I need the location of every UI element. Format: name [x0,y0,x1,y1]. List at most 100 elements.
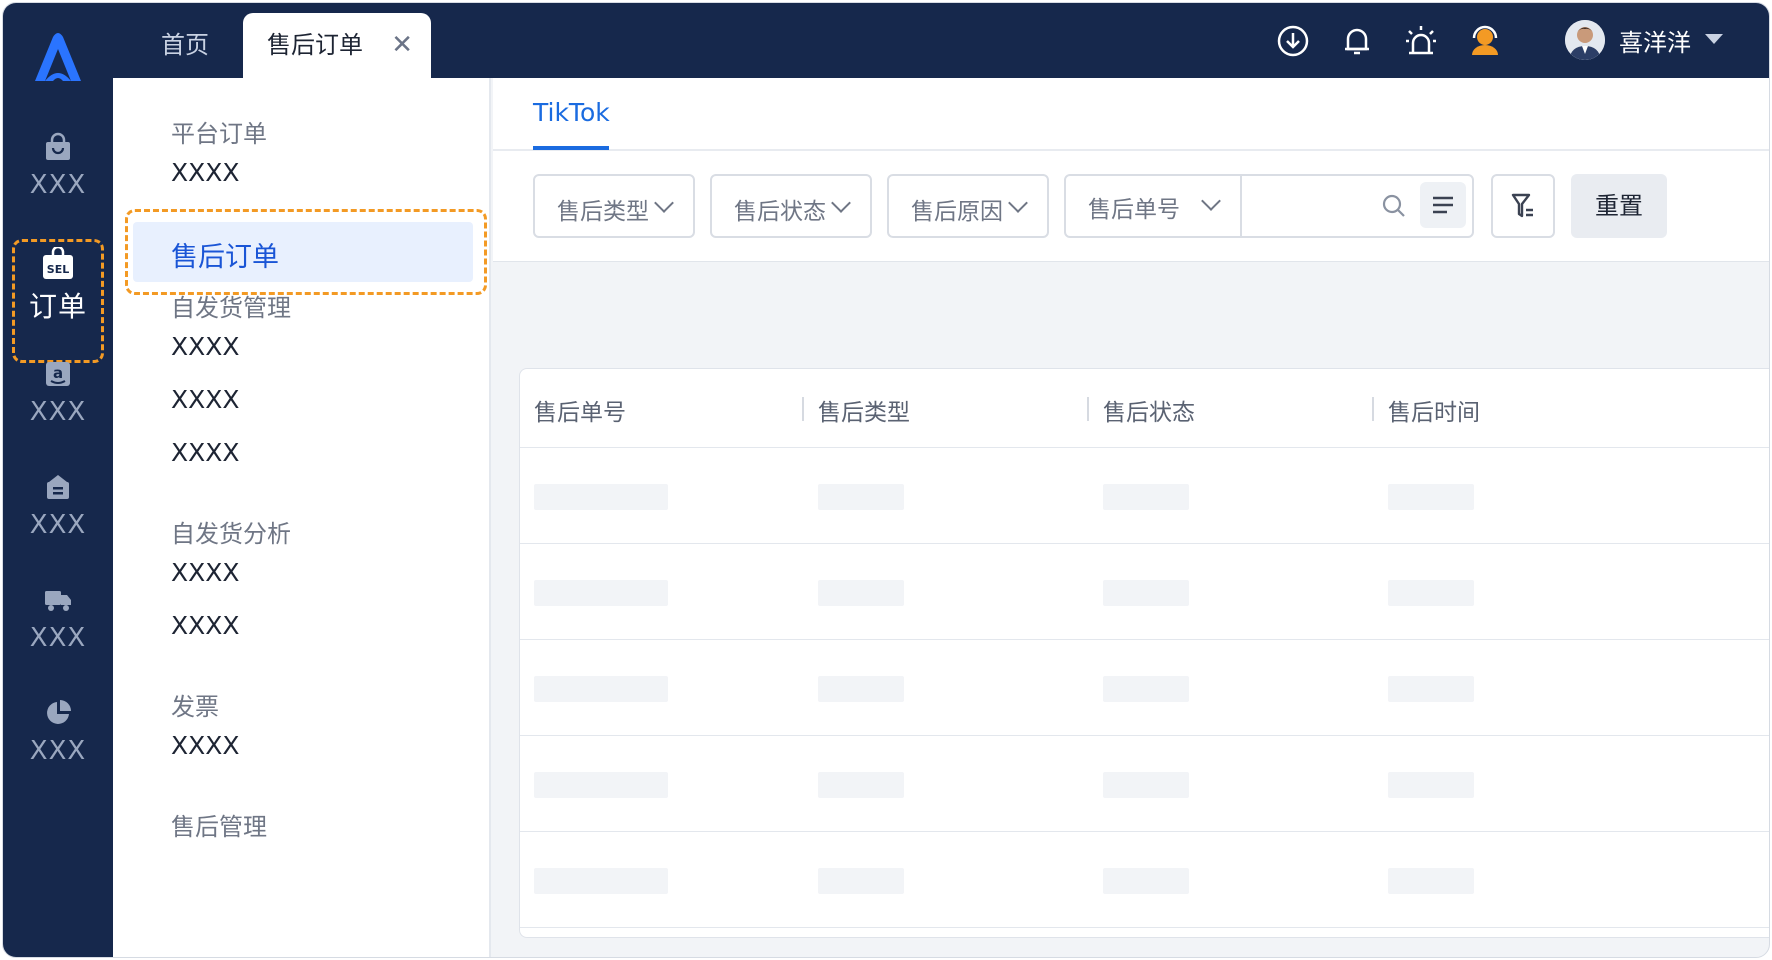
top-bar: 首页 售后订单 ✕ 喜洋洋 [113,3,1769,78]
skeleton-cell [1103,484,1189,510]
submenu-group-title: 售后管理 [171,813,267,841]
skeleton-cell [1388,580,1474,606]
skeleton-cell [818,676,904,702]
support-agent-icon[interactable] [1467,23,1503,59]
skeleton-cell [1388,484,1474,510]
submenu-item[interactable]: XXXX [171,332,240,361]
column-resize-handle[interactable] [1372,397,1374,421]
close-icon[interactable]: ✕ [391,13,413,78]
after-sales-type-select[interactable]: 售后类型 [533,174,695,238]
chevron-down-icon [831,193,851,213]
submenu-item[interactable]: XXXX [171,158,240,187]
submenu-panel: 平台订单 XXXX 售后订单 自发货管理 XXXX XXXX XXXX 自发货分… [113,78,491,957]
skeleton-cell [1103,676,1189,702]
skeleton-cell [534,676,668,702]
app-window: XXX SEL 订单 a XXX XXX XXX XXX 首页 售后订单 ✕ 喜… [2,2,1770,958]
submenu-item[interactable]: XXXX [171,731,240,760]
table-row-skeleton [520,544,1769,640]
advanced-filter-button[interactable] [1491,174,1555,238]
skeleton-cell [1103,580,1189,606]
filter-icon [1511,193,1533,218]
main-sidebar: XXX SEL 订单 a XXX XXX XXX XXX [3,3,113,957]
after-sales-reason-select[interactable]: 售后原因 [887,174,1049,238]
skeleton-cell [534,772,668,798]
table-row-skeleton [520,832,1769,928]
truck-icon [45,591,71,611]
main-content: TikTok 售后类型 售后状态 售后原因 售后单号 重置 售后单号 售后类型 … [493,78,1769,957]
sidebar-item-label: XXX [29,736,87,766]
alarm-icon[interactable] [1403,23,1439,59]
skeleton-cell [818,772,904,798]
tab-label: 售后订单 [267,31,363,59]
sidebar-item-6[interactable]: XXX [3,684,113,794]
column-header[interactable]: 售后类型 [818,393,910,427]
table-row-skeleton [520,640,1769,736]
chevron-down-icon [654,193,674,213]
chevron-down-icon [1201,191,1221,211]
select-label: 售后单号 [1088,197,1180,223]
skeleton-cell [1388,676,1474,702]
skeleton-cell [1103,772,1189,798]
tab-tiktok[interactable]: TikTok [533,98,610,127]
submenu-group-title: 自发货管理 [171,294,291,322]
column-resize-handle[interactable] [1087,397,1089,421]
skeleton-cell [818,580,904,606]
submenu-group-title: 发票 [171,693,219,721]
column-resize-handle[interactable] [802,397,804,421]
download-icon[interactable] [1275,23,1311,59]
submenu-item[interactable]: XXXX [171,438,240,467]
skeleton-cell [818,868,904,894]
tab-underline [533,146,609,150]
reset-button[interactable]: 重置 [1571,174,1667,238]
list-icon [1433,196,1453,214]
pie-chart-icon [47,700,71,724]
column-header[interactable]: 售后单号 [534,393,626,427]
submenu-group-title: 自发货分析 [171,520,291,548]
list-toggle-button[interactable] [1420,182,1466,228]
svg-text:a: a [53,364,63,382]
table-row-skeleton [520,736,1769,832]
avatar[interactable] [1565,20,1605,60]
skeleton-cell [534,580,668,606]
after-sales-table: 售后单号 售后类型 售后状态 售后时间 [519,368,1769,938]
submenu-item[interactable]: XXXX [171,611,240,640]
search-icon[interactable] [1380,192,1408,220]
username[interactable]: 喜洋洋 [1619,23,1691,58]
column-header[interactable]: 售后时间 [1388,393,1480,427]
skeleton-cell [534,868,668,894]
sidebar-item-label: XXX [29,510,87,540]
submenu-group-title: 平台订单 [171,120,267,148]
archive-box-icon [47,475,69,499]
skeleton-cell [818,484,904,510]
bell-icon[interactable] [1339,23,1375,59]
tab-after-sales-orders[interactable]: 售后订单 ✕ [243,13,431,78]
caret-down-icon[interactable] [1705,34,1723,44]
sidebar-item-label: XXX [29,397,87,427]
sidebar-item-4[interactable]: XXX [3,458,113,568]
sidebar-item-label: XXX [29,170,87,200]
after-sales-status-select[interactable]: 售后状态 [710,174,872,238]
column-header[interactable]: 售后状态 [1103,393,1195,427]
sidebar-item-1[interactable]: XXX [3,118,113,228]
skeleton-cell [1388,772,1474,798]
search-field-select[interactable]: 售后单号 [1066,176,1242,236]
submenu-item[interactable]: XXXX [171,558,240,587]
amazon-icon: a [46,362,70,386]
user-photo [1565,20,1605,60]
focus-highlight [125,209,487,295]
submenu-item[interactable]: XXXX [171,385,240,414]
skeleton-cell [534,484,668,510]
app-logo-icon [35,33,81,81]
skeleton-cell [1388,868,1474,894]
select-label: 售后原因 [911,199,1003,225]
search-input[interactable] [1244,176,1364,236]
sidebar-item-3[interactable]: a XXX [3,345,113,455]
select-label: 售后类型 [557,199,649,225]
content-header: TikTok 售后类型 售后状态 售后原因 售后单号 重置 [493,78,1769,262]
divider [493,149,1769,151]
sidebar-item-5[interactable]: XXX [3,571,113,681]
select-label: 售后状态 [734,199,826,225]
tab-home[interactable]: 首页 [135,13,235,78]
skeleton-cell [1103,868,1189,894]
sidebar-item-label: XXX [29,623,87,653]
